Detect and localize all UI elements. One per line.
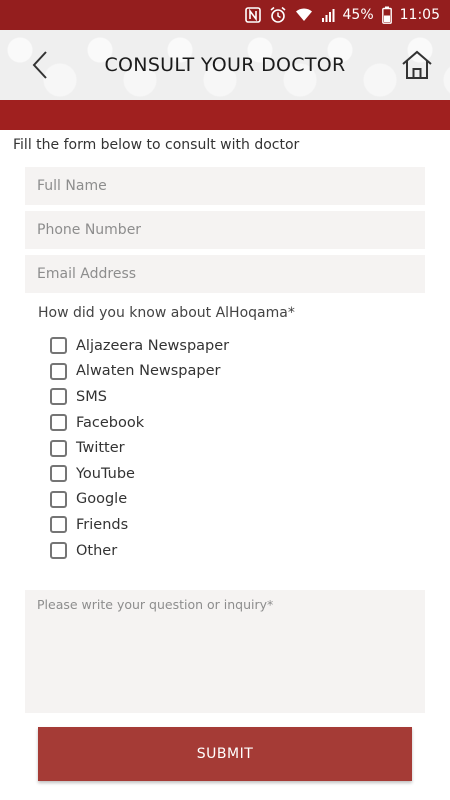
alarm-icon bbox=[269, 6, 287, 24]
checkbox[interactable] bbox=[50, 362, 67, 380]
checkbox[interactable] bbox=[50, 439, 67, 457]
checkbox[interactable] bbox=[50, 388, 67, 406]
source-option-twitter[interactable]: Twitter bbox=[50, 435, 229, 461]
checkbox-label: Twitter bbox=[76, 440, 125, 457]
source-option-facebook[interactable]: Facebook bbox=[50, 410, 229, 436]
email-address-input[interactable] bbox=[25, 255, 425, 293]
checkbox-label: Other bbox=[76, 542, 118, 559]
app-header: CONSULT YOUR DOCTOR bbox=[0, 30, 450, 100]
checkbox-label: YouTube bbox=[76, 465, 135, 482]
checkbox-label: Google bbox=[76, 491, 128, 508]
source-option-alwaten[interactable]: Alwaten Newspaper bbox=[50, 359, 229, 385]
source-question-label: How did you know about AlHoqama* bbox=[38, 305, 295, 321]
nfc-icon bbox=[244, 7, 261, 23]
source-option-youtube[interactable]: YouTube bbox=[50, 461, 229, 487]
home-button[interactable] bbox=[398, 46, 436, 84]
checkbox[interactable] bbox=[50, 337, 67, 355]
status-icons: 45% 11:05 bbox=[244, 0, 440, 30]
header-accent-band bbox=[0, 100, 450, 130]
checkbox-label: Alwaten Newspaper bbox=[76, 363, 221, 380]
checkbox-label: SMS bbox=[76, 388, 107, 405]
wifi-icon bbox=[295, 7, 313, 23]
battery-percent: 45% bbox=[342, 7, 374, 23]
form-intro: Fill the form below to consult with doct… bbox=[13, 137, 300, 153]
checkbox-label: Facebook bbox=[76, 414, 145, 431]
back-button[interactable] bbox=[22, 46, 58, 84]
checkbox[interactable] bbox=[50, 490, 67, 508]
page-title: CONSULT YOUR DOCTOR bbox=[104, 54, 346, 76]
checkbox[interactable] bbox=[50, 414, 67, 432]
submit-button[interactable]: SUBMIT bbox=[38, 727, 412, 781]
checkbox-label: Aljazeera Newspaper bbox=[76, 337, 230, 354]
checkbox[interactable] bbox=[50, 542, 67, 560]
checkbox-label: Friends bbox=[76, 516, 129, 533]
battery-icon bbox=[381, 6, 392, 24]
signal-icon bbox=[321, 7, 335, 23]
source-option-friends[interactable]: Friends bbox=[50, 512, 229, 538]
source-option-sms[interactable]: SMS bbox=[50, 384, 229, 410]
home-icon bbox=[402, 50, 432, 79]
status-bar: 45% 11:05 bbox=[0, 0, 450, 30]
source-option-aljazeera[interactable]: Aljazeera Newspaper bbox=[50, 333, 229, 359]
clock: 11:05 bbox=[399, 7, 440, 23]
source-checkbox-list: Aljazeera Newspaper Alwaten Newspaper SM… bbox=[50, 333, 229, 563]
chevron-left-icon bbox=[32, 51, 47, 79]
phone-number-input[interactable] bbox=[25, 211, 425, 249]
source-option-google[interactable]: Google bbox=[50, 487, 229, 513]
checkbox[interactable] bbox=[50, 516, 67, 534]
checkbox[interactable] bbox=[50, 465, 67, 483]
inquiry-textarea[interactable] bbox=[25, 590, 425, 713]
full-name-input[interactable] bbox=[25, 167, 425, 205]
source-option-other[interactable]: Other bbox=[50, 538, 229, 564]
